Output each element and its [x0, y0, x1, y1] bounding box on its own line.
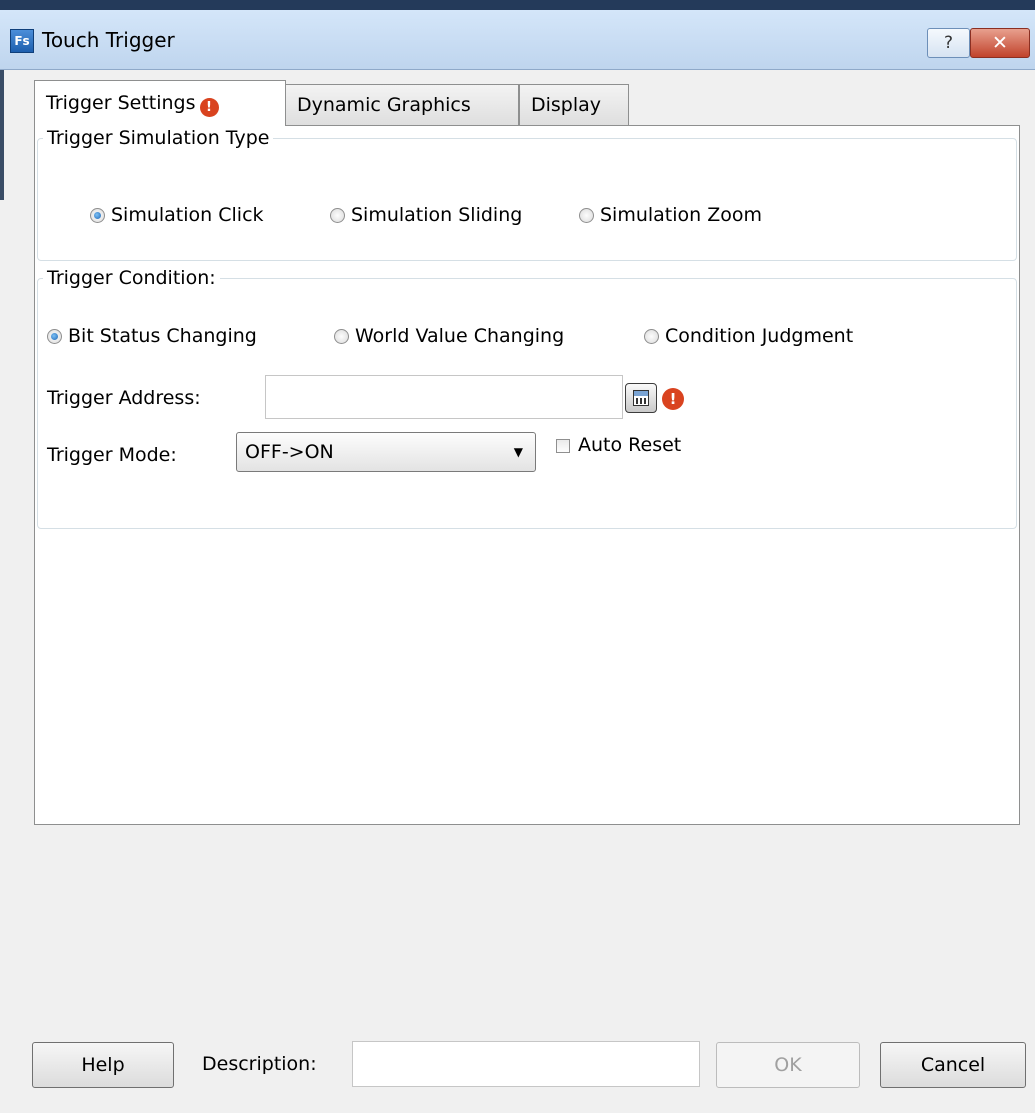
simulation-type-legend: Trigger Simulation Type [47, 127, 270, 149]
trigger-address-input[interactable] [265, 375, 623, 419]
trigger-condition-legend: Trigger Condition: [47, 267, 216, 289]
tab-dynamic-graphics[interactable]: Dynamic Graphics [285, 84, 519, 126]
tab-display-label: Display [531, 94, 602, 116]
trigger-condition-group: Trigger Condition: Bit Status Changing W… [37, 267, 1017, 529]
cancel-button[interactable]: Cancel [880, 1042, 1026, 1088]
radio-simulation-click[interactable]: Simulation Click [90, 204, 264, 226]
radio-selected-indicator [47, 329, 62, 344]
radio-simulation-zoom[interactable]: Simulation Zoom [579, 204, 762, 226]
calculator-icon[interactable] [625, 383, 657, 413]
radio-world-value-changing[interactable]: World Value Changing [334, 325, 564, 347]
close-button[interactable]: ✕ [970, 28, 1030, 58]
tab-trigger-settings[interactable]: Trigger Settings! [34, 80, 286, 126]
radio-indicator [644, 329, 659, 344]
trigger-mode-select[interactable]: OFF->ON ▼ [236, 432, 536, 472]
address-warning-icon: ! [662, 388, 684, 410]
trigger-mode-value: OFF->ON [245, 441, 334, 463]
chevron-down-icon: ▼ [513, 445, 523, 459]
description-input[interactable] [352, 1041, 700, 1087]
tab-trigger-settings-label: Trigger Settings [46, 92, 196, 114]
top-edge-strip [0, 0, 1035, 10]
radio-condition-judgment-label: Condition Judgment [665, 325, 854, 347]
simulation-type-group: Trigger Simulation Type Simulation Click… [37, 127, 1017, 261]
help-button[interactable]: Help [32, 1042, 174, 1088]
trigger-address-label: Trigger Address: [47, 387, 201, 409]
title-help-button[interactable]: ? [927, 28, 970, 58]
radio-indicator [579, 208, 594, 223]
tab-display[interactable]: Display [519, 84, 629, 126]
radio-simulation-sliding-label: Simulation Sliding [351, 204, 523, 226]
radio-simulation-sliding[interactable]: Simulation Sliding [330, 204, 522, 226]
radio-indicator [330, 208, 345, 223]
title-bar[interactable]: Fs Touch Trigger ? ✕ [0, 10, 1035, 70]
radio-bit-status-changing[interactable]: Bit Status Changing [47, 325, 257, 347]
tab-dynamic-graphics-label: Dynamic Graphics [297, 94, 471, 116]
trigger-mode-label: Trigger Mode: [47, 444, 177, 466]
calculator-glyph [633, 390, 649, 406]
radio-selected-indicator [90, 208, 105, 223]
auto-reset-label: Auto Reset [578, 434, 682, 456]
radio-condition-judgment[interactable]: Condition Judgment [644, 325, 853, 347]
tab-panel: Trigger Simulation Type Simulation Click… [34, 125, 1020, 825]
description-label: Description: [202, 1053, 317, 1075]
auto-reset-checkbox[interactable]: Auto Reset [556, 434, 681, 456]
radio-simulation-zoom-label: Simulation Zoom [600, 204, 763, 226]
warning-icon: ! [199, 98, 219, 117]
checkbox-box [556, 439, 570, 453]
radio-indicator [334, 329, 349, 344]
radio-simulation-click-label: Simulation Click [111, 204, 264, 226]
radio-bit-status-label: Bit Status Changing [68, 325, 257, 347]
window-title: Touch Trigger [42, 28, 175, 52]
window-edge-mark [0, 70, 4, 200]
app-icon: Fs [10, 29, 34, 53]
radio-world-value-label: World Value Changing [355, 325, 565, 347]
ok-button[interactable]: OK [716, 1042, 860, 1088]
